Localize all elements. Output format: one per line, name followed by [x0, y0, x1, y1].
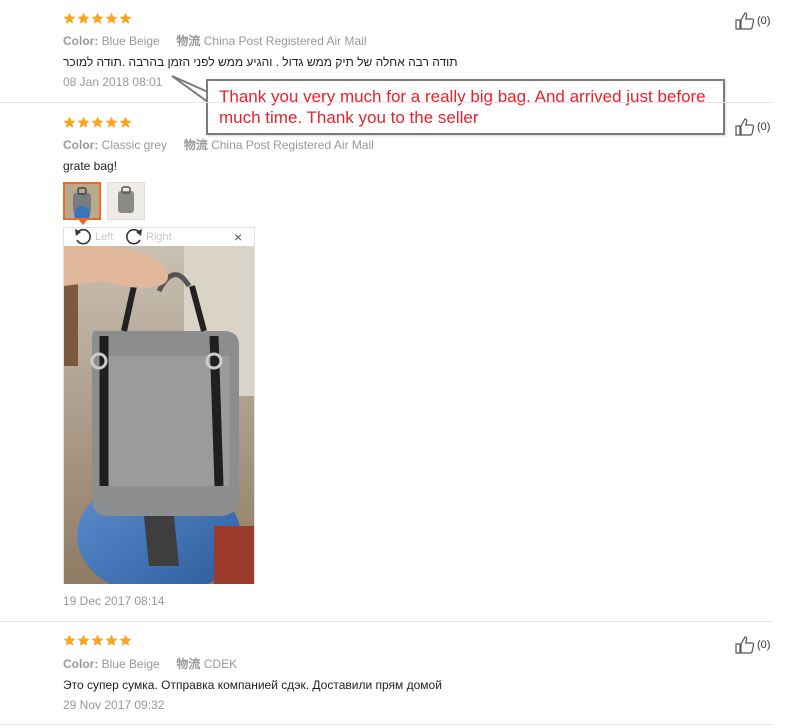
helpful-count: (0) [757, 15, 771, 27]
close-icon[interactable]: × [234, 230, 242, 244]
star-icon [77, 116, 90, 129]
rotate-left-label: Left [95, 231, 114, 243]
color-label: Color: [63, 657, 99, 671]
thumbs-up-icon [735, 636, 755, 654]
thumbs-up-icon [735, 12, 755, 30]
backpack-photo-icon [108, 183, 144, 219]
star-icon [105, 116, 118, 129]
shipping-label: 物流 [176, 657, 201, 671]
star-icon [63, 12, 76, 25]
rotate-right-button[interactable]: Right [124, 228, 172, 246]
helpful-count: (0) [757, 639, 771, 651]
rating-stars [63, 12, 132, 26]
color-label: Color: [63, 138, 99, 152]
translation-callout: Thank you very much for a really big bag… [206, 79, 725, 135]
shipping-label: 物流 [176, 34, 201, 48]
photo-thumbnail[interactable] [107, 182, 145, 220]
star-icon [105, 12, 118, 25]
rotate-right-label: Right [146, 231, 172, 243]
backpack-photo-icon [65, 184, 99, 218]
helpful-button[interactable]: (0) [735, 118, 770, 136]
shipping-label: 物流 [183, 138, 208, 152]
color-value: Blue Beige [101, 657, 160, 671]
review-meta: Color: Classic grey 物流 China Post Regist… [63, 136, 374, 153]
star-icon [119, 634, 132, 647]
review-date: 19 Dec 2017 08:14 [63, 594, 165, 608]
color-value: Blue Beige [101, 34, 160, 48]
review-text: grate bag! [63, 159, 118, 173]
callout-arrow [171, 75, 209, 104]
photo-thumbnails [63, 182, 145, 220]
star-icon [91, 116, 104, 129]
review-divider [0, 724, 772, 725]
rotate-left-icon [73, 228, 93, 246]
review-divider [0, 102, 772, 103]
shipping-value: CDEK [203, 657, 238, 671]
helpful-button[interactable]: (0) [735, 12, 770, 30]
star-icon [91, 634, 104, 647]
star-icon [63, 116, 76, 129]
star-icon [63, 634, 76, 647]
photo-thumbnail[interactable] [63, 182, 101, 220]
thumbs-up-icon [735, 118, 755, 136]
shipping-value: China Post Registered Air Mail [203, 34, 367, 48]
review-text: תודה רבה אחלה של תיק ממש גדול . והגיע ממ… [63, 55, 458, 69]
star-icon [105, 634, 118, 647]
rating-stars [63, 634, 132, 648]
star-icon [119, 116, 132, 129]
star-icon [77, 634, 90, 647]
backpack-photo [64, 246, 254, 584]
review-divider [0, 621, 772, 622]
review-text: Это супер сумка. Отправка компанией сдэк… [63, 678, 442, 692]
shipping-value: China Post Registered Air Mail [211, 138, 374, 152]
photo-viewer: Left Right × [63, 227, 255, 584]
review-meta: Color: Blue Beige 物流 China Post Register… [63, 32, 367, 49]
color-value: Classic grey [101, 138, 168, 152]
star-icon [119, 12, 132, 25]
viewer-toolbar: Left Right × [64, 228, 254, 246]
review-meta: Color: Blue Beige 物流 CDEK [63, 655, 237, 672]
star-icon [91, 12, 104, 25]
star-icon [77, 12, 90, 25]
rotate-left-button[interactable]: Left [73, 228, 113, 246]
review-date: 29 Nov 2017 09:32 [63, 698, 165, 712]
rating-stars [63, 116, 132, 130]
helpful-button[interactable]: (0) [735, 636, 770, 654]
color-label: Color: [63, 34, 99, 48]
helpful-count: (0) [757, 121, 771, 133]
rotate-right-icon [124, 228, 144, 246]
review-date: 08 Jan 2018 08:01 [63, 75, 163, 89]
active-thumbnail-caret [78, 219, 88, 225]
review-photo [64, 246, 254, 584]
